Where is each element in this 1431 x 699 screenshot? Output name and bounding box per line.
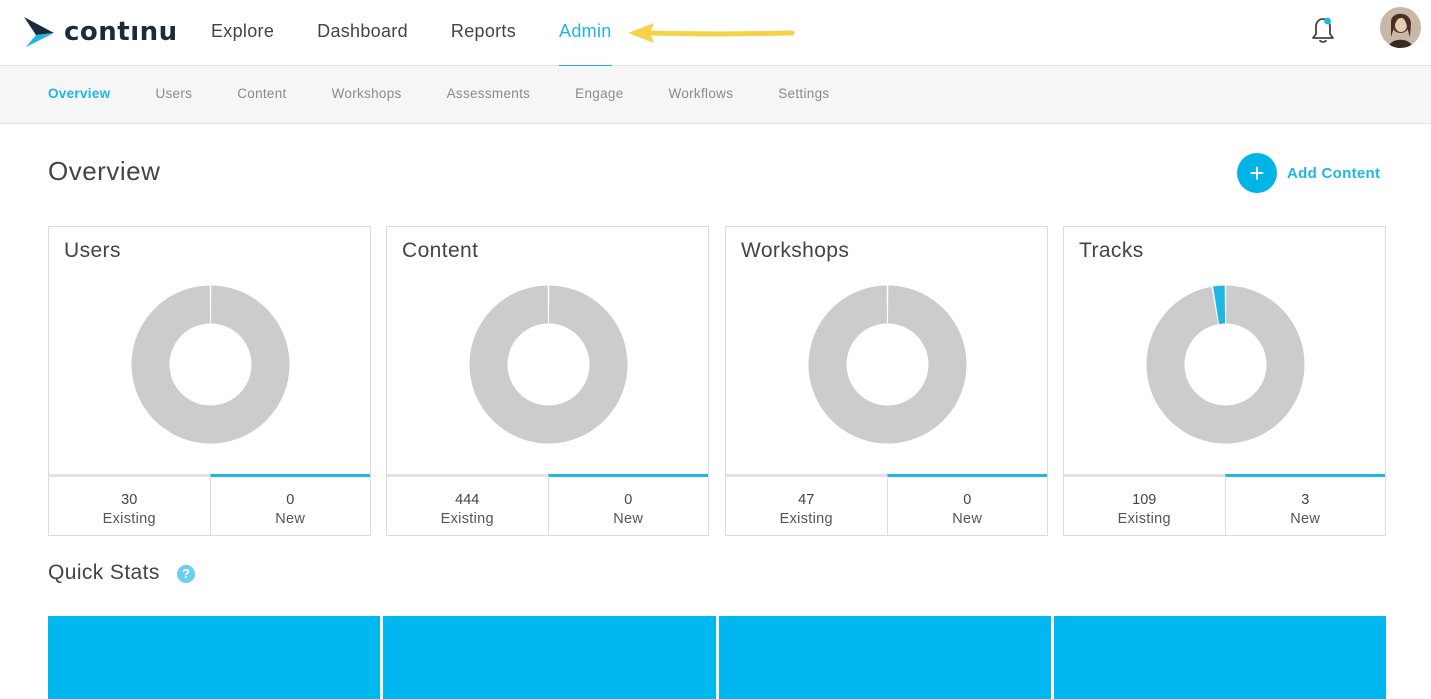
add-content-label: Add Content [1287, 164, 1381, 182]
existing-count: 47 [798, 492, 815, 508]
content-card: Content 444 Existing 0 New [386, 226, 709, 536]
brand-name: contınu [64, 17, 178, 47]
card-title: Content [402, 239, 479, 262]
tab-settings[interactable]: Settings [778, 66, 829, 124]
quick-stat-tile[interactable] [383, 616, 716, 699]
new-label: New [275, 511, 306, 527]
card-title: Workshops [741, 239, 850, 262]
avatar-image [1380, 7, 1421, 48]
existing-label: Existing [779, 511, 833, 527]
workshops-card: Workshops 47 Existing 0 New [725, 226, 1048, 536]
new-label: New [1290, 511, 1321, 527]
page-title: Overview [48, 156, 161, 186]
donut-existing-segment [131, 285, 290, 444]
bell-icon[interactable] [1308, 14, 1338, 46]
new-stat: 3 New [1224, 474, 1385, 535]
new-count: 0 [286, 492, 295, 508]
existing-label: Existing [1117, 511, 1171, 527]
tab-users[interactable]: Users [155, 66, 192, 124]
donut-existing-segment [469, 285, 628, 444]
nav-explore[interactable]: Explore [211, 0, 274, 66]
existing-stat: 444 Existing [387, 474, 548, 535]
quick-stats-title: Quick Stats [48, 561, 160, 584]
existing-label: Existing [102, 511, 156, 527]
donut-existing-segment [808, 285, 967, 444]
sub-nav: Overview Users Content Workshops Assessm… [48, 66, 874, 124]
existing-stat: 47 Existing [726, 474, 887, 535]
users-card: Users 30 Existing 0 New [48, 226, 371, 536]
new-count: 0 [963, 492, 972, 508]
continu-logo[interactable]: contınu [22, 15, 178, 49]
main-nav: Explore Dashboard Reports Admin [211, 0, 655, 67]
new-stat: 0 New [209, 474, 370, 535]
workshops-donut-chart [808, 285, 967, 444]
tab-engage[interactable]: Engage [575, 66, 623, 124]
tab-workshops[interactable]: Workshops [332, 66, 402, 124]
existing-count: 30 [121, 492, 138, 508]
card-stats: 444 Existing 0 New [387, 474, 708, 535]
existing-stat: 30 Existing [49, 474, 210, 535]
card-stats: 30 Existing 0 New [49, 474, 370, 535]
card-title: Tracks [1079, 239, 1144, 262]
add-content-button[interactable]: + Add Content [1237, 153, 1380, 193]
tab-overview[interactable]: Overview [48, 66, 110, 124]
card-stats: 109 Existing 3 New [1064, 474, 1385, 535]
content-donut-chart [469, 285, 628, 444]
new-count: 0 [624, 492, 633, 508]
nav-reports[interactable]: Reports [451, 0, 516, 66]
tracks-card: Tracks 109 Existing 3 New [1063, 226, 1386, 536]
existing-count: 109 [1132, 492, 1157, 508]
nav-dashboard[interactable]: Dashboard [317, 0, 408, 66]
plus-icon: + [1237, 153, 1277, 193]
donut-existing-segment [1146, 285, 1305, 444]
new-stat: 0 New [547, 474, 708, 535]
tracks-donut-chart [1146, 285, 1305, 444]
users-donut-chart [131, 285, 290, 444]
existing-stat: 109 Existing [1064, 474, 1225, 535]
existing-label: Existing [440, 511, 494, 527]
tab-assessments[interactable]: Assessments [447, 66, 531, 124]
annotation-arrow [628, 23, 795, 43]
quick-stat-tile[interactable] [719, 616, 1051, 699]
top-navigation-bar: contınu Explore Dashboard Reports Admin [0, 0, 1431, 67]
quick-stat-tile[interactable] [1054, 616, 1386, 699]
new-label: New [952, 511, 983, 527]
nav-admin[interactable]: Admin [559, 0, 612, 67]
tab-workflows[interactable]: Workflows [669, 66, 734, 124]
new-label: New [613, 511, 644, 527]
existing-count: 444 [455, 492, 480, 508]
avatar[interactable] [1380, 7, 1421, 48]
quick-stat-tile[interactable] [48, 616, 380, 699]
logo-mark-icon [24, 17, 54, 47]
new-count: 3 [1301, 492, 1310, 508]
card-stats: 47 Existing 0 New [726, 474, 1047, 535]
card-title: Users [64, 239, 121, 262]
admin-sub-navigation: Overview Users Content Workshops Assessm… [0, 66, 1431, 124]
help-icon[interactable]: ? [177, 565, 195, 583]
tab-content[interactable]: Content [237, 66, 286, 124]
new-stat: 0 New [886, 474, 1047, 535]
